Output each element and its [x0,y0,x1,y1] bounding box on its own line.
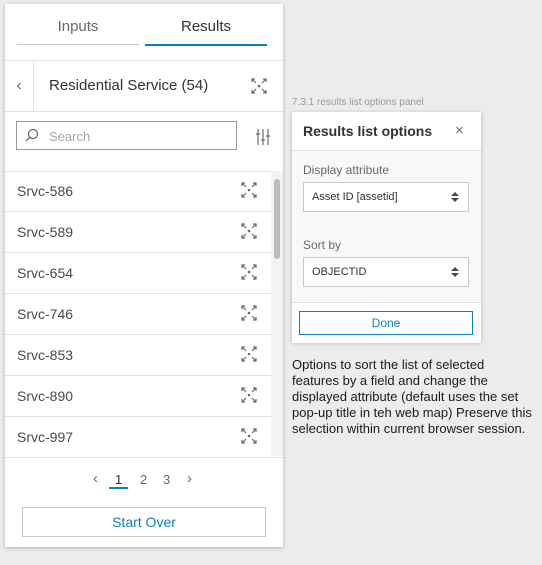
zoom-to-icon[interactable] [241,387,257,403]
done-button[interactable]: Done [299,311,473,335]
results-panel: Inputs Results ‹ Residential Service (54… [5,4,283,547]
page-3-button[interactable]: 3 [163,472,170,487]
results-list-options-panel: Results list options × Display attribute… [292,112,481,343]
zoom-to-icon[interactable] [241,428,257,444]
list-item-label: Srvc-853 [17,347,74,363]
list-item-label: Srvc-586 [17,183,74,199]
popover-title: Results list options [303,123,433,139]
list-item-label: Srvc-890 [17,388,74,404]
next-page-button[interactable]: › [187,470,192,487]
zoom-to-icon[interactable] [241,223,257,239]
layer-header: ‹ Residential Service (54) [5,60,283,112]
search-row: Search [5,111,283,172]
pagination: ‹ 1 2 3 › [5,457,283,504]
sort-by-select[interactable]: OBJECTID [303,257,469,287]
list-item-label: Srvc-746 [17,306,74,322]
list-item[interactable]: Srvc-654 [5,253,271,294]
page-1-button[interactable]: 1 [109,472,129,489]
list-item[interactable]: Srvc-997 [5,417,271,456]
list-options-icon[interactable] [255,128,271,146]
tab-inputs[interactable]: Inputs [17,18,139,45]
display-attribute-select[interactable]: Asset ID [assetid] [303,182,469,212]
results-list: Srvc-586 Srvc-589 Srvc-654 Srvc-746 Srvc… [5,171,283,456]
select-arrows-icon [451,192,459,202]
list-item[interactable]: Srvc-853 [5,335,271,376]
zoom-to-icon[interactable] [241,182,257,198]
panel-caption: 7.3.1 results list options panel [292,97,424,108]
zoom-to-icon[interactable] [241,305,257,321]
list-item[interactable]: Srvc-746 [5,294,271,335]
list-item-label: Srvc-997 [17,429,74,445]
popover-footer: Done [292,302,481,343]
popover-header: Results list options × [292,112,481,151]
zoom-to-icon[interactable] [251,78,267,94]
prev-page-button[interactable]: ‹ [93,470,98,487]
zoom-to-icon[interactable] [241,264,257,280]
list-item[interactable]: Srvc-589 [5,212,271,253]
list-item[interactable]: Srvc-890 [5,376,271,417]
scrollbar[interactable] [271,171,283,456]
tab-bar: Inputs Results [5,4,283,50]
display-attribute-value: Asset ID [assetid] [312,191,398,203]
zoom-to-icon[interactable] [241,346,257,362]
layer-title: Residential Service (54) [49,77,209,94]
search-placeholder: Search [49,129,91,144]
tab-results[interactable]: Results [145,18,267,46]
start-over-button[interactable]: Start Over [22,507,266,537]
annotation-note: Options to sort the list of selected fea… [292,357,532,436]
scrollbar-thumb[interactable] [274,179,280,259]
sort-by-label: Sort by [303,238,342,252]
search-input[interactable]: Search [16,121,237,150]
list-item-label: Srvc-589 [17,224,74,240]
display-attribute-label: Display attribute [303,163,390,177]
close-icon[interactable]: × [455,122,464,139]
list-item[interactable]: Srvc-586 [5,171,271,212]
list-item-label: Srvc-654 [17,265,74,281]
search-icon [25,128,39,142]
chevron-left-icon[interactable]: ‹ [5,61,34,111]
sort-by-value: OBJECTID [312,266,367,278]
select-arrows-icon [451,267,459,277]
page-2-button[interactable]: 2 [140,472,147,487]
